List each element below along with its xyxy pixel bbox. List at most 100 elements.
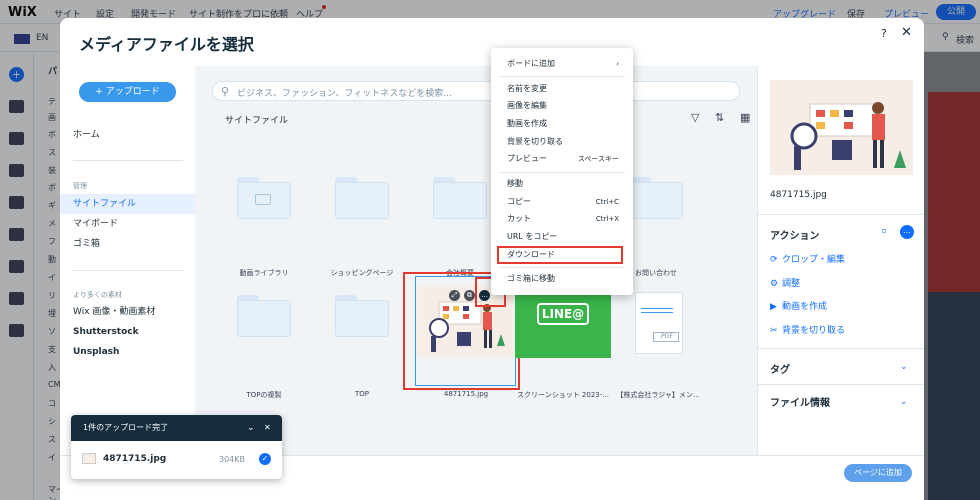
preview-image <box>770 80 913 175</box>
file-info-header[interactable]: ファイル情報 <box>770 394 830 409</box>
close-icon[interactable]: ✕ <box>264 415 271 441</box>
pdf-sheet <box>635 292 683 354</box>
file-caption: スクリーンショット 2023-... <box>517 391 609 399</box>
folder-icon[interactable] <box>335 295 389 337</box>
adjust-icon: ⚙ <box>770 279 779 289</box>
pdf-tag: .PDF <box>653 332 679 342</box>
menu-item-make-video[interactable]: 動画を作成 <box>491 115 633 133</box>
menu-item-move[interactable]: 移動 <box>491 175 633 193</box>
pdf-line <box>641 312 673 313</box>
divider <box>758 348 924 349</box>
upload-button[interactable]: + アップロード <box>79 82 176 102</box>
file-details-panel: 4871715.jpg アクション ⌑ … ⟳ クロップ・編集 ⚙ 調整 ▶ 動画を作… <box>757 66 924 455</box>
sidebar-divider <box>73 160 183 161</box>
folder-icon[interactable] <box>237 177 291 219</box>
menu-item-remove-bg[interactable]: 背景を切り取る <box>491 133 633 151</box>
media-search[interactable]: ⚲ ビジネス、ファッション、フィットネスなどを検索... <box>212 81 740 101</box>
action-label: 背景を切り取る <box>782 326 846 336</box>
menu-item-label: URL をコピー <box>507 232 558 241</box>
folder-body <box>629 182 683 219</box>
menu-item-add-to-board[interactable]: ボードに追加 › <box>491 55 633 73</box>
sidebar-item-trash[interactable]: ゴミ箱 <box>60 234 195 254</box>
menu-item-move-to-trash[interactable]: ゴミ箱に移動 <box>491 270 633 288</box>
menu-item-label: コピー <box>507 197 531 206</box>
file-caption: ショッピングページ <box>330 269 394 277</box>
menu-item-preview[interactable]: プレビュー スペースキー <box>491 150 633 168</box>
grid-view-icon[interactable]: ▦ <box>740 111 750 124</box>
chevron-right-icon: › <box>616 60 619 68</box>
media-grid-area: ⚲ ビジネス、ファッション、フィットネスなどを検索... サイトファイル ▽ ⇅… <box>195 66 757 455</box>
action-adjust[interactable]: ⚙ 調整 <box>770 276 800 289</box>
breadcrumb[interactable]: サイトファイル <box>225 113 288 126</box>
tags-header[interactable]: タグ <box>770 361 790 376</box>
more-actions-icon[interactable]: … <box>900 225 914 239</box>
pdf-thumbnail[interactable]: .PDF <box>625 292 695 364</box>
check-icon: ✓ <box>259 453 271 465</box>
sidebar-item-unsplash[interactable]: Unsplash <box>60 342 195 362</box>
line-thumbnail[interactable]: LINE@ <box>515 286 611 358</box>
menu-item-copy-url[interactable]: URL をコピー <box>491 228 633 246</box>
divider <box>758 214 924 215</box>
action-make-video[interactable]: ▶ 動画を作成 <box>770 299 827 312</box>
chevron-down-icon[interactable]: ⌄ <box>247 415 255 441</box>
toast-header: 1件のアップロード完了 ⌄ ✕ <box>71 415 282 441</box>
menu-shortcut: Ctrl+C <box>595 198 619 206</box>
sidebar-item-wix-media[interactable]: Wix 画像・動画素材 <box>60 302 195 322</box>
menu-item-label: 移動 <box>507 179 523 188</box>
context-menu: ボードに追加 › 名前を変更 画像を編集 動画を作成 背景を切り取る プレビュー ス… <box>491 48 633 295</box>
crop-icon: ⟳ <box>770 255 778 265</box>
file-caption: TOP <box>354 390 369 398</box>
menu-divider <box>499 172 625 173</box>
menu-divider <box>499 267 625 268</box>
menu-item-label: カット <box>507 214 531 223</box>
highlight-box <box>497 246 623 264</box>
file-caption: 【株式会社ラジャ】メン... <box>616 391 700 399</box>
filter-icon[interactable]: ▽ <box>691 111 699 124</box>
close-icon[interactable]: ✕ <box>901 25 912 40</box>
folder-icon[interactable] <box>629 177 683 219</box>
folder-icon[interactable] <box>335 177 389 219</box>
toast-file-name: 4871715.jpg <box>103 454 167 464</box>
help-icon[interactable]: ? <box>881 27 887 40</box>
sidebar-item-my-board[interactable]: マイボード <box>60 214 195 234</box>
folder-body <box>237 300 291 337</box>
sidebar-header-more: より多くの素材 <box>73 291 122 299</box>
add-to-page-button[interactable]: ページに追加 <box>844 464 912 482</box>
chevron-down-icon[interactable]: ⌄ <box>900 397 908 407</box>
sidebar-item-site-files[interactable]: サイトファイル <box>60 194 195 214</box>
action-crop-edit[interactable]: ⟳ クロップ・編集 <box>770 252 845 265</box>
folder-icon[interactable] <box>433 177 487 219</box>
menu-shortcut: スペースキー <box>577 155 619 163</box>
action-remove-background[interactable]: ✂ 背景を切り取る <box>770 323 845 336</box>
modal-title: メディアファイルを選択 <box>79 35 254 54</box>
menu-item-cut[interactable]: カット Ctrl+X <box>491 210 633 228</box>
menu-item-copy[interactable]: コピー Ctrl+C <box>491 193 633 211</box>
sort-icon[interactable]: ⇅ <box>715 111 724 124</box>
bookmark-icon[interactable]: ⌑ <box>882 227 886 236</box>
action-label: クロップ・編集 <box>782 255 846 265</box>
divider <box>758 384 924 385</box>
menu-item-label: ゴミ箱に移動 <box>507 274 555 283</box>
sidebar-header-manage: 管理 <box>73 182 87 190</box>
sidebar-item-shutterstock[interactable]: Shutterstock <box>60 322 195 342</box>
menu-item-label: 画像を編集 <box>507 101 547 110</box>
menu-item-edit-image[interactable]: 画像を編集 <box>491 97 633 115</box>
menu-item-rename[interactable]: 名前を変更 <box>491 80 633 98</box>
chevron-down-icon[interactable]: ⌄ <box>900 362 908 372</box>
search-icon: ⚲ <box>221 85 230 98</box>
pdf-line <box>641 308 673 309</box>
file-thumbnail <box>82 453 96 464</box>
folder-icon[interactable] <box>237 295 291 337</box>
toast-file-row: 4871715.jpg 304KB ✓ <box>71 441 282 479</box>
sidebar-item-home[interactable]: ホーム <box>60 125 195 145</box>
sidebar-divider <box>73 270 183 271</box>
file-name: 4871715.jpg <box>770 190 827 200</box>
folder-body <box>335 300 389 337</box>
menu-item-label: 動画を作成 <box>507 119 547 128</box>
menu-shortcut: Ctrl+X <box>595 215 619 223</box>
menu-item-label: 名前を変更 <box>507 84 547 93</box>
action-label: 調整 <box>782 279 801 289</box>
folder-body <box>433 182 487 219</box>
scissors-icon: ✂ <box>770 326 778 336</box>
media-sidebar: + アップロード ホーム 管理 サイトファイル マイボード ゴミ箱 より多くの素… <box>60 66 195 455</box>
